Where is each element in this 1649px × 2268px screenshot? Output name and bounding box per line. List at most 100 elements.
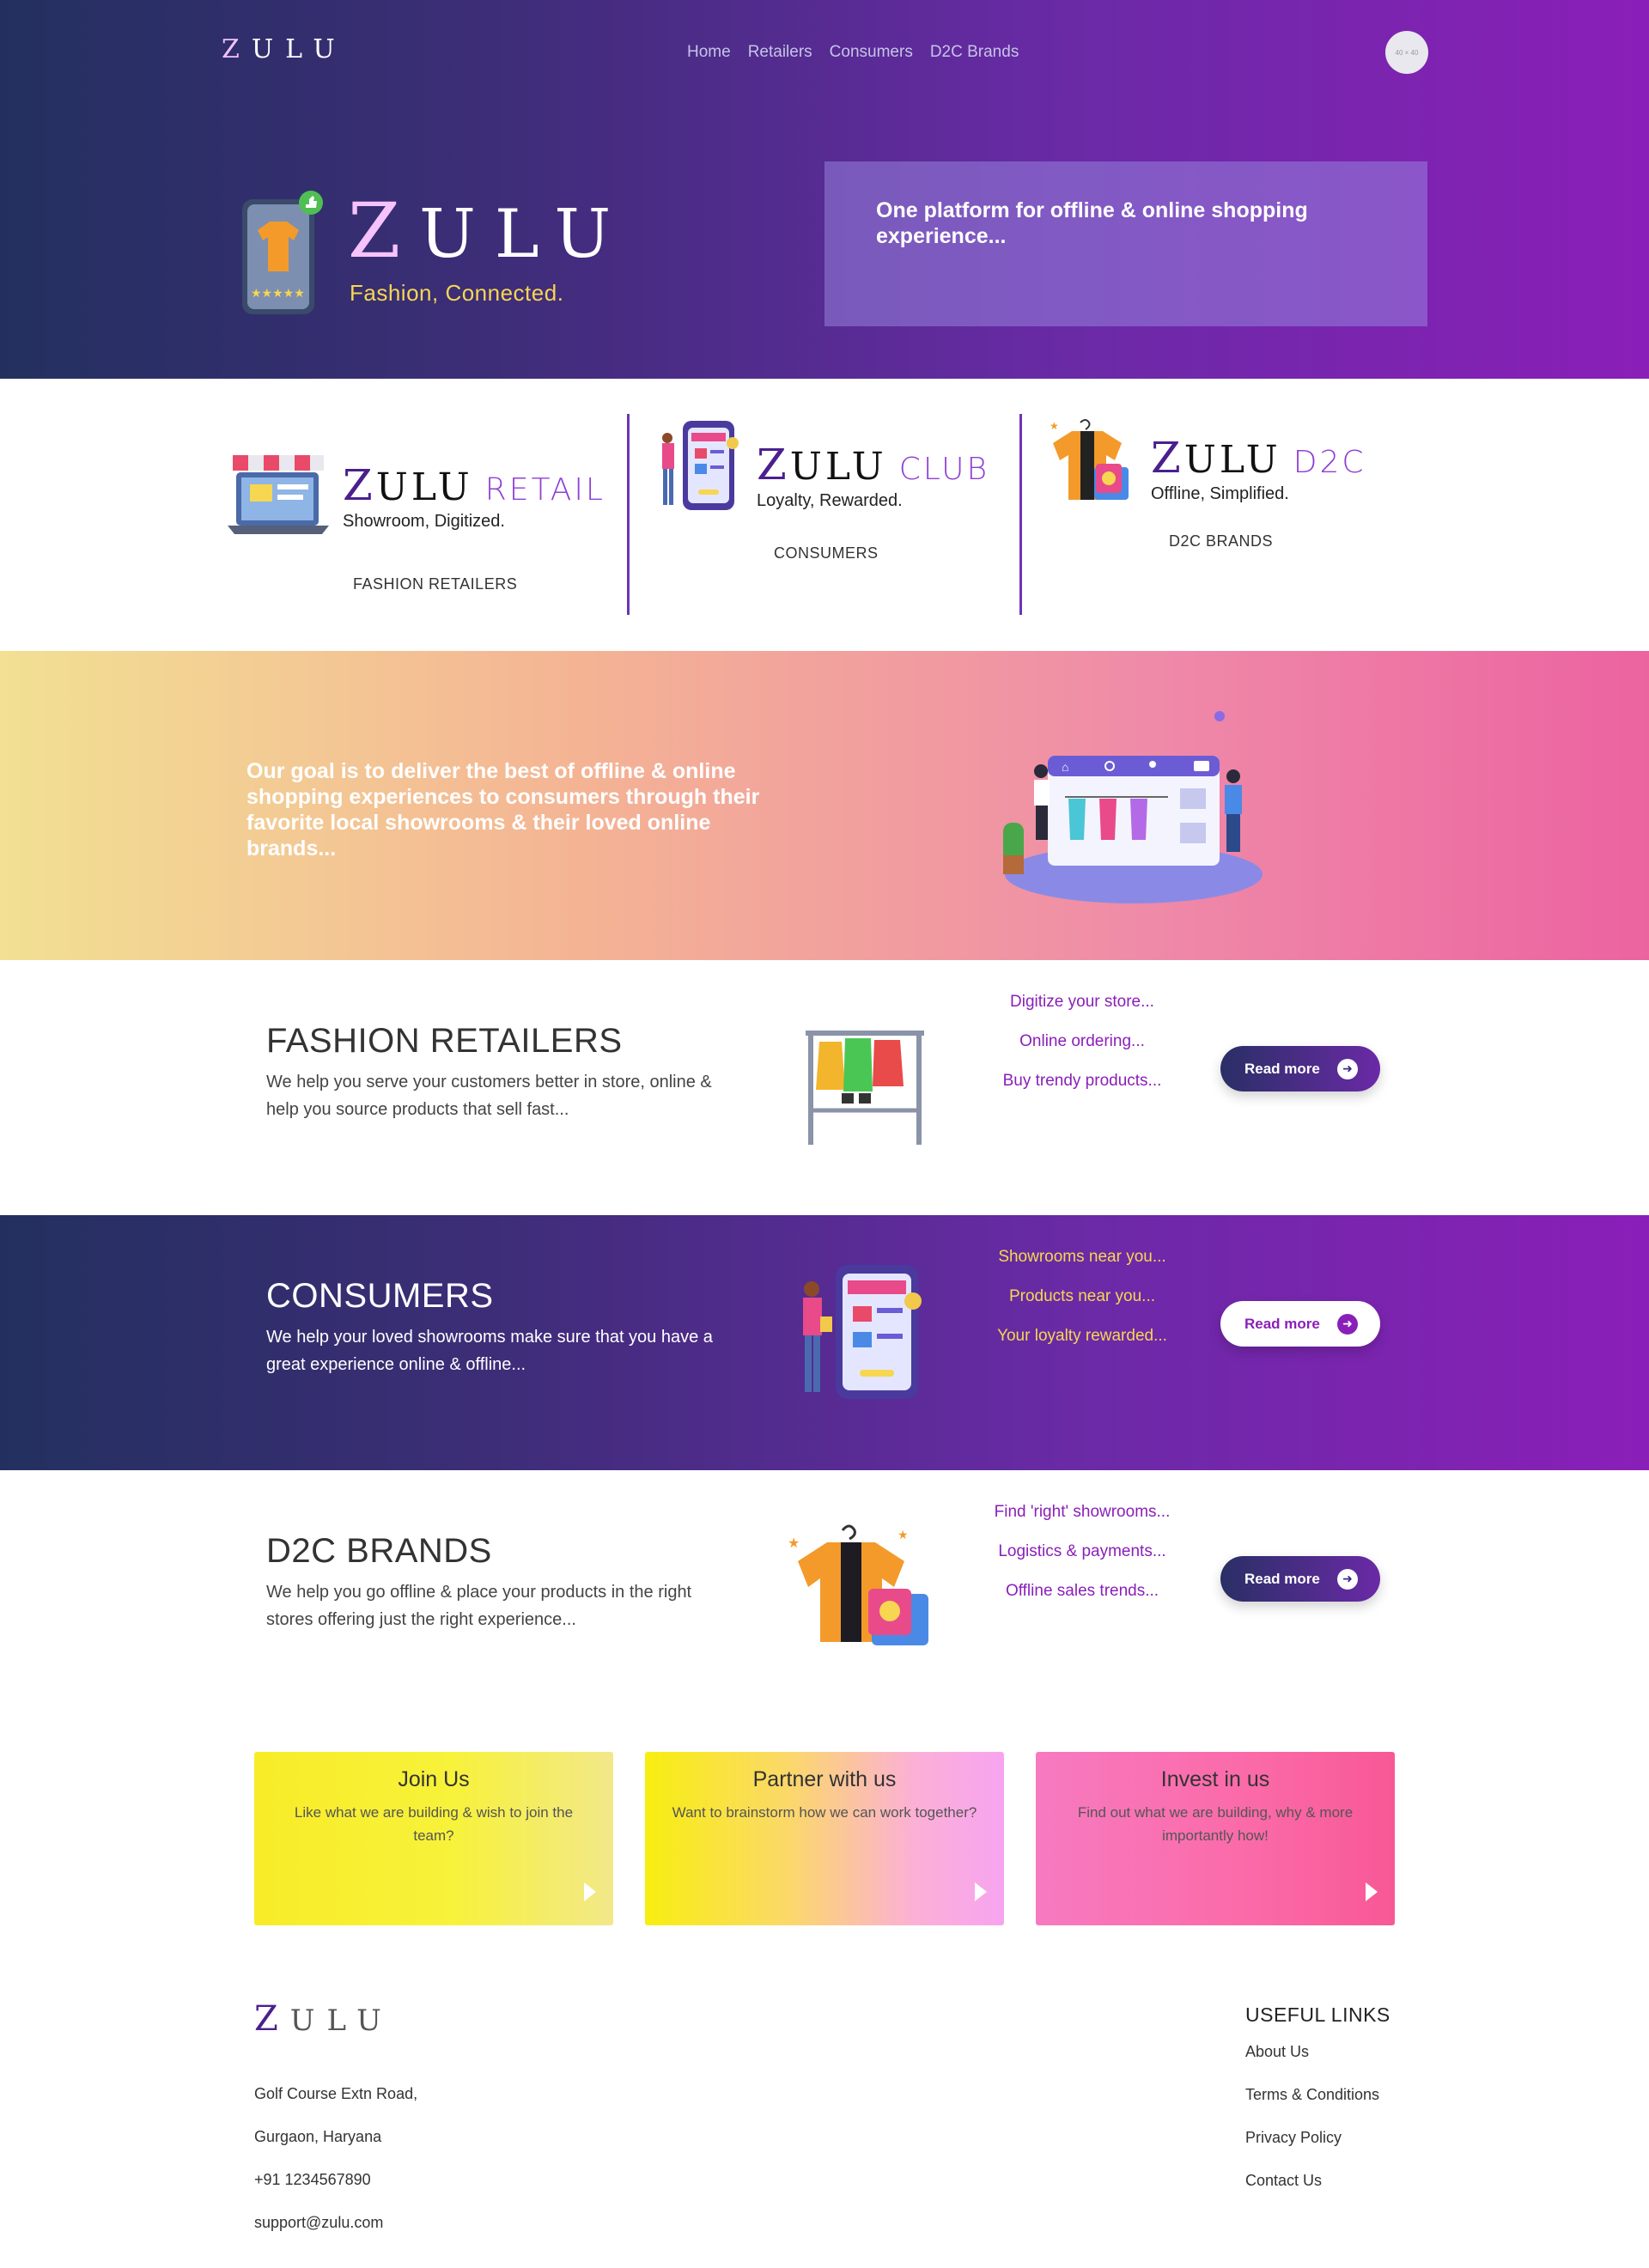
svg-text:★★★★★: ★★★★★ xyxy=(251,286,305,300)
section-title: D2C BRANDS xyxy=(266,1532,492,1570)
card-invest-in-us[interactable]: Invest in us Find out what we are buildi… xyxy=(1036,1752,1395,1925)
brand-d2c-suffix: D2C xyxy=(1293,445,1366,480)
link-buy-trendy-products[interactable]: Buy trendy products... xyxy=(971,1061,1194,1101)
card-text: Like what we are building & wish to join… xyxy=(294,1804,574,1844)
address-line-1: Golf Course Extn Road, xyxy=(254,2085,418,2102)
nav-link-consumers[interactable]: Consumers xyxy=(830,43,913,62)
card-join-us[interactable]: Join Us Like what we are building & wish… xyxy=(254,1752,613,1925)
avatar[interactable]: 40 × 40 xyxy=(1385,31,1428,74)
footer-link-about-us[interactable]: About Us xyxy=(1245,2030,1390,2073)
footer-phone[interactable]: +91 1234567890 xyxy=(254,2158,417,2201)
footer-email[interactable]: support@zulu.com xyxy=(254,2201,417,2244)
brand-retail-suffix: RETAIL xyxy=(484,472,605,508)
section-description: We help you go offline & place your prod… xyxy=(266,1583,692,1629)
brand-divider-1 xyxy=(627,414,630,615)
brand-club-suffix: CLUB xyxy=(898,452,990,487)
arrow-right-icon: ➜ xyxy=(1337,1058,1358,1079)
card-partner-with-us[interactable]: Partner with us Want to brainstorm how w… xyxy=(645,1752,1004,1925)
section-description: We help your loved showrooms make sure t… xyxy=(266,1328,713,1374)
section-links: Digitize your store... Online ordering..… xyxy=(971,982,1194,1101)
link-showrooms-near-you[interactable]: Showrooms near you... xyxy=(971,1237,1194,1277)
link-digitize-store[interactable]: Digitize your store... xyxy=(971,982,1194,1022)
arrow-right-icon: ➜ xyxy=(1337,1313,1358,1335)
tshirt-bag-illustration: ★ ★ xyxy=(788,1524,928,1645)
brand-retail[interactable]: ZULU RETAIL Showroom, Digitized. FASHION … xyxy=(228,378,603,653)
goal-banner: Our goal is to deliver the best of offli… xyxy=(0,651,1649,960)
card-title: Join Us xyxy=(398,1767,470,1791)
footer-logo-rest: ULU xyxy=(289,2004,393,2038)
svg-text:★: ★ xyxy=(898,1528,909,1541)
brand-divider-2 xyxy=(1019,414,1022,615)
brand-d2c-caption: D2C BRANDS xyxy=(1169,532,1274,550)
phone-shopper-illustration xyxy=(803,1265,922,1399)
brand-d2c-title: ZULU D2C xyxy=(1151,433,1366,483)
footer-contact: Golf Course Extn Road, Gurgaon, Haryana … xyxy=(254,2072,417,2244)
section-d2c-brands: D2C BRANDS We help you go offline & plac… xyxy=(0,1470,1649,1725)
nav-link-home[interactable]: Home xyxy=(687,43,731,62)
brand-retail-name-rest: ULU xyxy=(375,465,473,509)
read-more-label: Read more xyxy=(1244,1315,1320,1332)
brand-club-title: ZULU CLUB xyxy=(757,440,990,489)
link-products-near-you[interactable]: Products near you... xyxy=(971,1277,1194,1316)
useful-links-title: USEFUL LINKS xyxy=(1245,2004,1390,2026)
footer-link-privacy[interactable]: Privacy Policy xyxy=(1245,2116,1390,2159)
read-more-button[interactable]: Read more ➜ xyxy=(1220,1556,1380,1602)
section-links: Showrooms near you... Products near you.… xyxy=(971,1237,1194,1356)
phone-shopper-icon xyxy=(662,421,739,510)
nav-logo[interactable]: ZULU xyxy=(222,34,347,64)
hero-pitch: One platform for offline & online shoppi… xyxy=(876,198,1308,248)
read-more-button[interactable]: Read more ➜ xyxy=(1220,1046,1380,1091)
link-loyalty-rewarded[interactable]: Your loyalty rewarded... xyxy=(971,1316,1194,1356)
card-title: Invest in us xyxy=(1160,1767,1270,1791)
tshirt-bag-icon: ★ xyxy=(1050,419,1129,500)
useful-links: USEFUL LINKS About Us Terms & Conditions… xyxy=(1245,2004,1390,2202)
brand-retail-caption: FASHION RETAILERS xyxy=(353,575,518,593)
play-arrow-icon[interactable] xyxy=(975,1882,987,1901)
card-title: Partner with us xyxy=(752,1767,897,1791)
read-more-button[interactable]: Read more ➜ xyxy=(1220,1301,1380,1347)
svg-text:⌂: ⌂ xyxy=(1062,760,1068,774)
main-nav: Home Retailers Consumers D2C Brands xyxy=(687,43,1019,62)
card-text: Find out what we are building, why & mor… xyxy=(1077,1804,1354,1844)
brand-club[interactable]: ZULU CLUB Loyalty, Rewarded. CONSUMERS xyxy=(657,378,1018,653)
card-text: Want to brainstorm how we can work toget… xyxy=(672,1804,977,1821)
nav-logo-rest: ULU xyxy=(251,34,347,64)
link-logistics-payments[interactable]: Logistics & payments... xyxy=(971,1532,1194,1572)
play-arrow-icon[interactable] xyxy=(584,1882,596,1901)
play-arrow-icon[interactable] xyxy=(1366,1882,1378,1901)
brand-club-caption: CONSUMERS xyxy=(774,544,879,562)
arrow-right-icon: ➜ xyxy=(1337,1568,1358,1590)
clothes-rack-icon xyxy=(806,1031,924,1145)
section-title: FASHION RETAILERS xyxy=(266,1022,623,1060)
nav-link-d2c-brands[interactable]: D2C Brands xyxy=(930,43,1019,62)
online-store-illustration: ⌂ xyxy=(1003,711,1263,903)
hero-section: ZULU Home Retailers Consumers D2C Brands… xyxy=(0,0,1649,379)
brand-retail-title: ZULU RETAIL xyxy=(343,460,605,510)
brand-club-name-rest: ULU xyxy=(789,445,887,489)
goal-text: Our goal is to deliver the best of offli… xyxy=(246,759,760,860)
address-line-2: Gurgaon, Haryana xyxy=(254,2128,382,2145)
svg-text:★: ★ xyxy=(1050,420,1059,432)
section-title: CONSUMERS xyxy=(266,1277,494,1315)
brand-d2c-tagline: Offline, Simplified. xyxy=(1151,484,1289,503)
phone-tshirt-illustration: ★★★★★ xyxy=(242,191,323,314)
nav-link-retailers[interactable]: Retailers xyxy=(748,43,812,62)
hero-pitch-box: One platform for offline & online shoppi… xyxy=(824,161,1427,326)
read-more-label: Read more xyxy=(1244,1060,1320,1077)
laptop-store-icon xyxy=(228,455,329,534)
link-offline-sales-trends[interactable]: Offline sales trends... xyxy=(971,1572,1194,1611)
section-consumers: CONSUMERS We help your loved showrooms m… xyxy=(0,1215,1649,1470)
section-links: Find 'right' showrooms... Logistics & pa… xyxy=(971,1493,1194,1611)
hero-logo: ZULU xyxy=(348,186,630,275)
section-fashion-retailers: FASHION RETAILERS We help you serve your… xyxy=(0,960,1649,1215)
footer-link-contact[interactable]: Contact Us xyxy=(1245,2159,1390,2202)
brand-d2c[interactable]: ★ ZULU D2C Offline, Simplified. D2C BRAND… xyxy=(1046,378,1407,653)
footer-link-terms[interactable]: Terms & Conditions xyxy=(1245,2073,1390,2116)
footer-logo[interactable]: ZULU xyxy=(254,1999,393,2039)
brand-club-tagline: Loyalty, Rewarded. xyxy=(757,491,903,510)
link-find-right-showrooms[interactable]: Find 'right' showrooms... xyxy=(971,1493,1194,1532)
read-more-label: Read more xyxy=(1244,1570,1320,1587)
brand-retail-tagline: Showroom, Digitized. xyxy=(343,512,505,531)
brand-d2c-name-rest: ULU xyxy=(1184,438,1281,482)
link-online-ordering[interactable]: Online ordering... xyxy=(971,1022,1194,1061)
